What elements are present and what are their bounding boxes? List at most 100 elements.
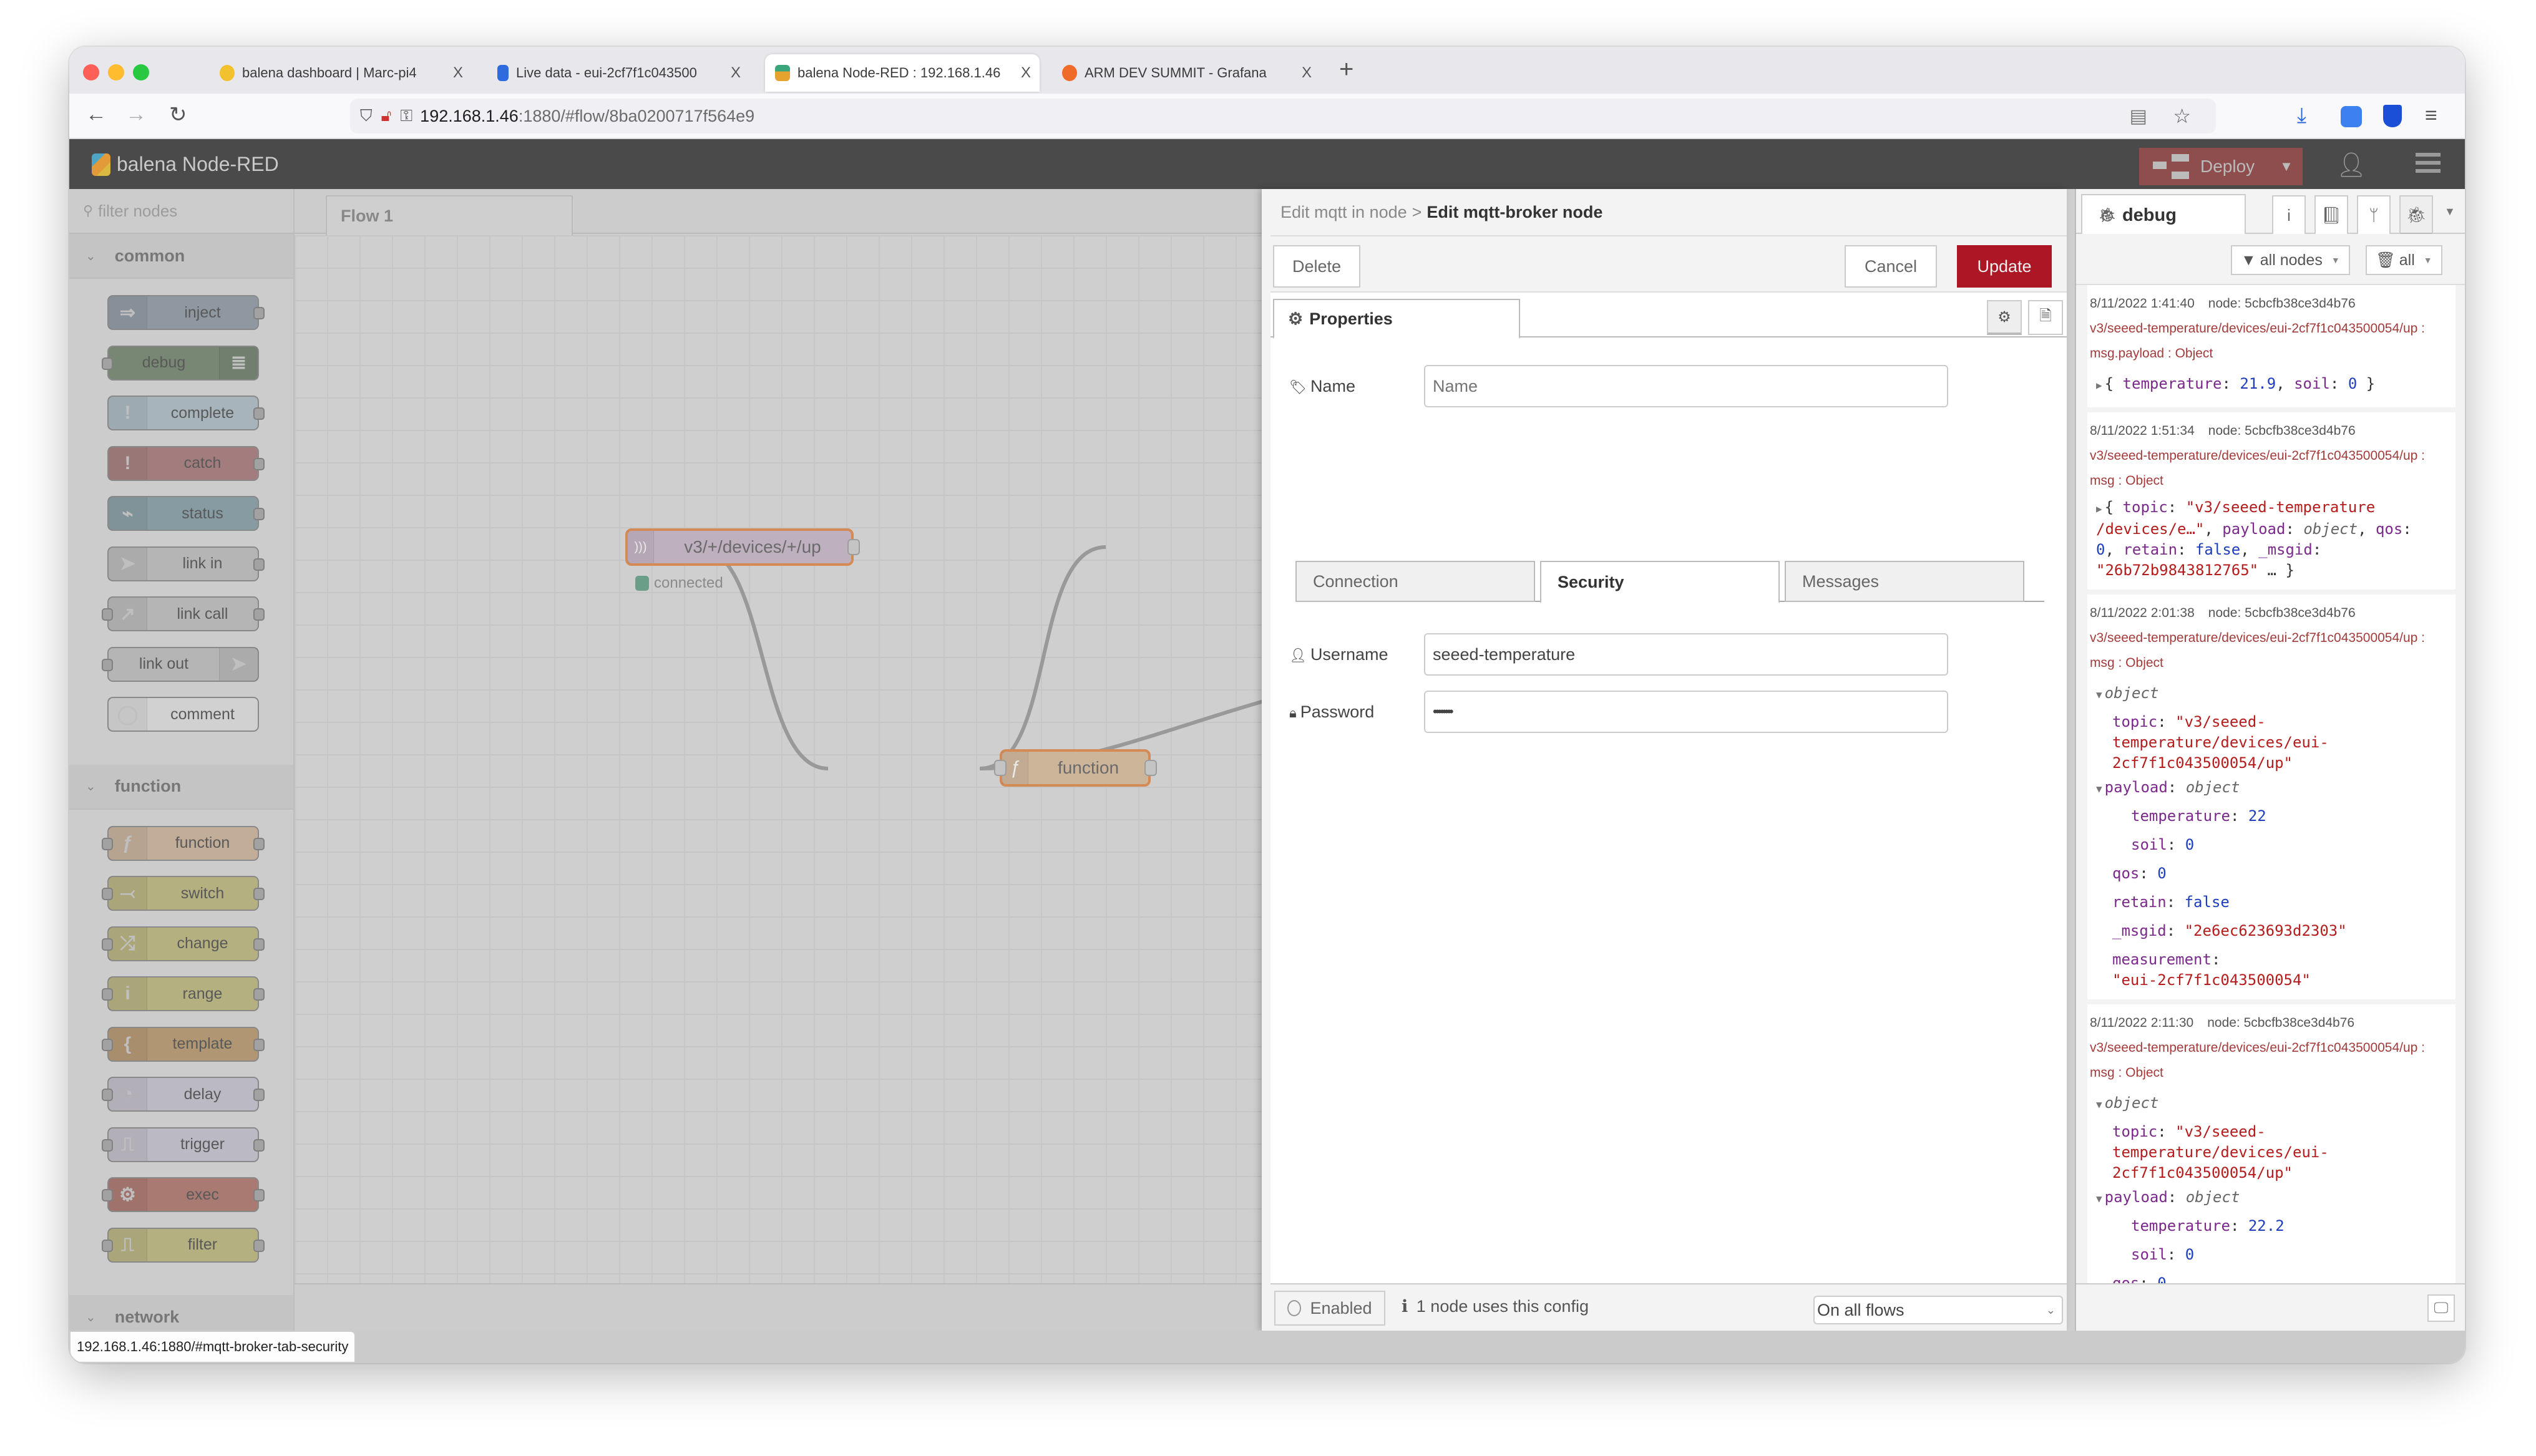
username-input[interactable] bbox=[1424, 633, 1948, 676]
reload-icon[interactable]: ↻ bbox=[169, 102, 187, 127]
bitwarden-icon[interactable] bbox=[2383, 105, 2402, 127]
minimize-window-button[interactable] bbox=[108, 64, 124, 80]
insecure-lock-icon[interactable]: 🔓︎ bbox=[381, 106, 392, 126]
message-path[interactable]: msg : Object bbox=[2090, 651, 2456, 676]
back-arrow-icon[interactable]: ← bbox=[85, 102, 107, 127]
main-menu-icon[interactable] bbox=[2416, 153, 2441, 174]
message-node[interactable]: node: 5cbcfb38ce3d4b76 bbox=[2208, 424, 2356, 438]
message-node[interactable]: node: 5cbcfb38ce3d4b76 bbox=[2208, 296, 2356, 311]
subtab-security[interactable]: Security bbox=[1540, 561, 1780, 603]
palette-node-delay[interactable]: ◔ delay bbox=[102, 1077, 265, 1112]
debug-tab-button[interactable]: 🐞︎ bbox=[2399, 195, 2433, 235]
name-input[interactable] bbox=[1424, 365, 1948, 407]
forward-arrow-icon[interactable]: → bbox=[125, 102, 147, 127]
user-icon[interactable]: 👤︎ bbox=[2336, 152, 2366, 179]
collapse-triangle-icon[interactable]: ▼ bbox=[2096, 783, 2102, 795]
input-port[interactable] bbox=[994, 760, 1007, 776]
collapse-triangle-icon[interactable]: ▼ bbox=[2096, 689, 2102, 701]
palette-category-function[interactable]: ⌄ function bbox=[69, 764, 293, 810]
palette-node-debug[interactable]: ≣ debug bbox=[102, 345, 259, 381]
shield-icon[interactable]: ⛉ bbox=[360, 106, 373, 126]
palette-node-link-out[interactable]: ➤ link out bbox=[102, 646, 259, 682]
zoom-window-button[interactable] bbox=[133, 64, 149, 80]
message-tree[interactable]: ▼ object topic: "v3/seeed-temperature/dev… bbox=[2090, 1085, 2456, 1283]
close-tab-icon[interactable]: X bbox=[731, 64, 741, 82]
url-bar[interactable]: ⛉ 🔓︎ ⚿ 192.168.1.46 :1880/#flow/8ba02007… bbox=[350, 99, 2216, 133]
palette-node-change[interactable]: ⤮ change bbox=[102, 926, 265, 961]
message-path[interactable]: msg : Object bbox=[2090, 468, 2456, 493]
node-settings-gear-button[interactable]: ⚙ bbox=[1987, 300, 2022, 335]
palette-node-range[interactable]: i range bbox=[102, 976, 265, 1011]
palette-category-common[interactable]: ⌄ common bbox=[69, 234, 293, 279]
palette-node-trigger[interactable]: ⎍ trigger bbox=[102, 1127, 265, 1162]
message-path[interactable]: msg.payload : Object bbox=[2090, 341, 2456, 366]
palette-node-link-call[interactable]: ↗ link call bbox=[102, 596, 265, 631]
palette-node-switch[interactable]: ⤙ switch bbox=[102, 876, 265, 911]
tab-properties[interactable]: ⚙ Properties bbox=[1273, 299, 1520, 339]
message-node[interactable]: node: 5cbcfb38ce3d4b76 bbox=[2208, 606, 2356, 620]
password-input[interactable]: •••••••• bbox=[1424, 691, 1948, 733]
update-button[interactable]: Update bbox=[1957, 245, 2052, 288]
bookmark-star-icon[interactable]: ☆ bbox=[2173, 104, 2191, 128]
git-tab-button[interactable]: ᛘ bbox=[2357, 195, 2391, 235]
key-icon[interactable]: ⚿ bbox=[400, 106, 412, 126]
palette-node-comment[interactable]: ◯ comment bbox=[107, 697, 259, 732]
collapse-triangle-icon[interactable]: ▼ bbox=[2096, 1099, 2102, 1110]
expand-triangle-icon[interactable]: ▶ bbox=[2096, 379, 2102, 391]
close-tab-icon[interactable]: X bbox=[1021, 64, 1031, 82]
expand-triangle-icon[interactable]: ▶ bbox=[2096, 503, 2102, 515]
open-debug-window-button[interactable]: 🖵︎ bbox=[2427, 1294, 2455, 1322]
message-tree[interactable]: ▼ object topic: "v3/seeed-temperature/dev… bbox=[2090, 676, 2456, 991]
palette-node-catch[interactable]: ! catch bbox=[107, 445, 265, 481]
palette-node-exec[interactable]: ⚙ exec bbox=[102, 1177, 265, 1212]
message-summary[interactable]: ▶{ temperature: 21.9, soil: 0 } bbox=[2090, 366, 2456, 399]
download-icon[interactable]: ⤓ bbox=[2297, 104, 2306, 128]
debug-message-list[interactable]: 8/11/2022 1:41:40 node: 5cbcfb38ce3d4b76 … bbox=[2076, 285, 2465, 1283]
palette-filter-input[interactable]: ⚲ filter nodes bbox=[69, 189, 293, 234]
breadcrumb-parent[interactable]: Edit mqtt in node bbox=[1280, 203, 1407, 222]
debug-message[interactable]: 8/11/2022 1:51:34 node: 5cbcfb38ce3d4b76 … bbox=[2087, 412, 2456, 595]
filter-nodes-button[interactable]: ▼ all nodes ▼ bbox=[2231, 245, 2350, 275]
clear-messages-button[interactable]: 🗑︎ all ▼ bbox=[2366, 245, 2442, 275]
close-tab-icon[interactable]: X bbox=[1302, 64, 1312, 82]
browser-tab-node-red[interactable]: balena Node-RED : 192.168.1.46 X bbox=[765, 54, 1040, 92]
collapse-triangle-icon[interactable]: ▼ bbox=[2096, 1193, 2102, 1205]
message-summary[interactable]: ▶{ topic: "v3/seeed-temperature/devices/… bbox=[2090, 493, 2456, 581]
palette-node-complete[interactable]: ! complete bbox=[107, 396, 265, 430]
close-window-button[interactable] bbox=[83, 64, 99, 80]
palette-node-filter[interactable]: ⎍ filter bbox=[102, 1227, 265, 1263]
output-port[interactable] bbox=[1144, 760, 1157, 776]
tab-debug[interactable]: 🐞︎ debug bbox=[2081, 194, 2246, 235]
output-port[interactable] bbox=[847, 539, 860, 555]
browser-tab-grafana[interactable]: ARM DEV SUMMIT - Grafana X bbox=[1052, 54, 1320, 92]
new-tab-button[interactable]: + bbox=[1339, 56, 1353, 84]
zoom-extension-icon[interactable] bbox=[2341, 106, 2362, 127]
node-description-button[interactable]: 🗎︎ bbox=[2028, 300, 2063, 335]
palette-node-status[interactable]: ⌁ status bbox=[107, 496, 265, 531]
message-path[interactable]: msg : Object bbox=[2090, 1060, 2456, 1085]
debug-message[interactable]: 8/11/2022 1:41:40 node: 5cbcfb38ce3d4b76 … bbox=[2087, 285, 2456, 412]
tab-flow-1[interactable]: Flow 1 bbox=[326, 195, 573, 235]
cancel-button[interactable]: Cancel bbox=[1845, 245, 1937, 288]
sidebar-dropdown-icon[interactable]: ▼ bbox=[2444, 205, 2456, 218]
browser-tab-balena-dashboard[interactable]: balena dashboard | Marc-pi4 X bbox=[210, 54, 472, 92]
deploy-dropdown-icon[interactable]: ▼ bbox=[2280, 158, 2293, 175]
palette-node-function[interactable]: ƒ function bbox=[102, 825, 265, 861]
browser-menu-icon[interactable]: ≡ bbox=[2425, 104, 2437, 128]
subtab-messages[interactable]: Messages bbox=[1785, 561, 2024, 602]
info-tab-button[interactable]: i bbox=[2272, 195, 2306, 235]
wire[interactable] bbox=[979, 545, 1106, 770]
message-node[interactable]: node: 5cbcfb38ce3d4b76 bbox=[2207, 1016, 2354, 1030]
debug-message[interactable]: 8/11/2022 2:01:38 node: 5cbcfb38ce3d4b76 … bbox=[2087, 595, 2456, 1004]
mqtt-in-node[interactable]: ))) v3/+/devices/+/up bbox=[625, 528, 854, 566]
enabled-toggle[interactable]: Enabled bbox=[1274, 1291, 1385, 1326]
help-tab-button[interactable]: 📕︎ bbox=[2314, 195, 2348, 235]
palette-node-template[interactable]: {template bbox=[102, 1026, 265, 1062]
palette-category-network[interactable]: ⌄ network bbox=[69, 1295, 293, 1331]
deploy-button[interactable]: Deploy ▼ bbox=[2139, 148, 2303, 185]
palette-node-inject[interactable]: ⇒ inject bbox=[107, 295, 265, 330]
scope-select[interactable]: On all flows ⌄ bbox=[1813, 1296, 2063, 1324]
close-tab-icon[interactable]: X bbox=[453, 64, 463, 82]
subtab-connection[interactable]: Connection bbox=[1295, 561, 1535, 602]
reader-icon[interactable]: ▤ bbox=[2130, 105, 2147, 127]
